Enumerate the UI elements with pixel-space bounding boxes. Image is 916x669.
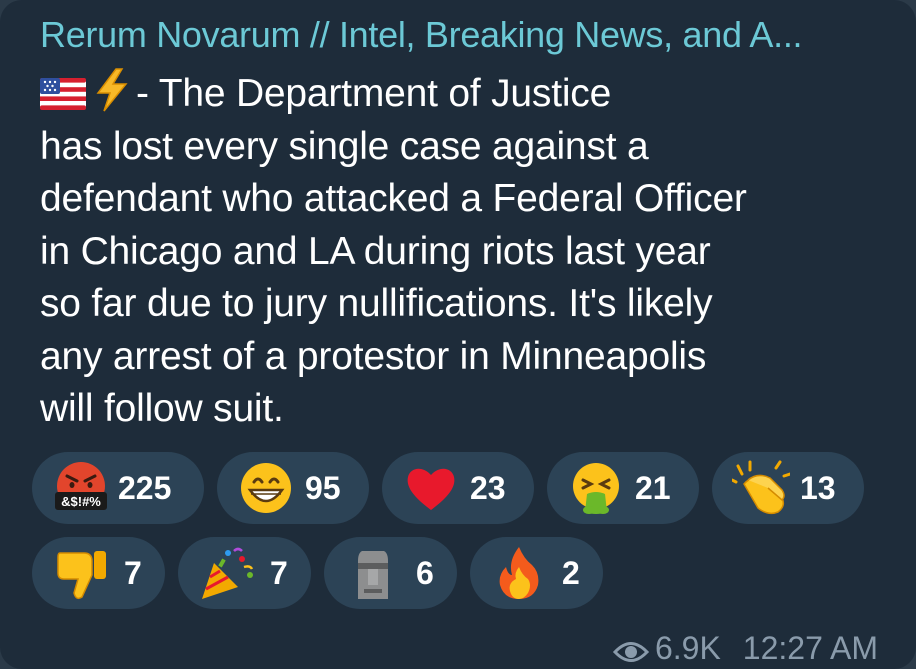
reaction-count: 21 (635, 470, 671, 506)
fire-icon (499, 547, 539, 599)
reaction-heart[interactable]: 23 (382, 452, 534, 524)
reaction-vomit[interactable]: 21 (547, 452, 699, 524)
message-line-2: has lost every single case against a (40, 124, 649, 168)
reaction-fire[interactable]: 2 (470, 537, 603, 609)
message-line-6: any arrest of a protestor in Minneapolis (40, 334, 707, 378)
reaction-grin[interactable]: 95 (217, 452, 369, 524)
grinning-face-icon (241, 463, 291, 513)
reaction-count: 7 (270, 555, 288, 591)
reaction-count: 7 (124, 555, 142, 591)
reaction-angry[interactable]: &$!#% 225 (32, 452, 204, 524)
moai-icon (358, 551, 388, 599)
reaction-count: 23 (470, 470, 506, 506)
face-vomiting-icon (573, 463, 619, 514)
us-flag-emoji-icon (40, 78, 86, 110)
symbols-text: &$!#% (61, 494, 101, 509)
message-line-7: will follow suit. (40, 387, 284, 430)
reaction-party[interactable]: 7 (178, 537, 311, 609)
reaction-count: 6 (416, 555, 434, 591)
reaction-count: 13 (800, 470, 836, 506)
message-bubble: Rerum Novarum // Intel, Breaking News, a… (0, 0, 916, 669)
message-line-5: so far due to jury nullifications. It's … (40, 282, 713, 325)
message-footer: 6.9K 12:27 AM (612, 628, 878, 668)
message-text: - The Department of Justice has lost eve… (40, 68, 890, 436)
channel-name[interactable]: Rerum Novarum // Intel, Breaking News, a… (40, 12, 890, 58)
reaction-thumbs-down[interactable]: 7 (32, 537, 165, 609)
thumbs-down-icon (57, 551, 106, 600)
message-line-3: defendant who attacked a Federal Officer (40, 177, 747, 220)
views-count: 6.9K (654, 630, 721, 666)
message-line-1-text: - The Department of Justice (136, 72, 612, 115)
red-heart-icon (407, 468, 455, 510)
high-voltage-emoji-icon (96, 68, 128, 112)
reaction-clap[interactable]: 13 (712, 452, 864, 524)
clapping-hands-icon (732, 460, 790, 515)
message-line-4: in Chicago and LA during riots last year (40, 229, 711, 273)
reaction-count: 95 (305, 470, 341, 506)
eye-icon (612, 642, 649, 662)
reaction-count: 2 (562, 555, 580, 591)
message-line-1: - The Department of Justice (40, 68, 890, 121)
message-time: 12:27 AM (742, 630, 878, 666)
reaction-count: 225 (118, 470, 172, 506)
reaction-moai[interactable]: 6 (324, 537, 457, 609)
face-with-symbols-on-mouth-icon: &$!#% (55, 462, 107, 510)
party-popper-icon (202, 547, 254, 599)
